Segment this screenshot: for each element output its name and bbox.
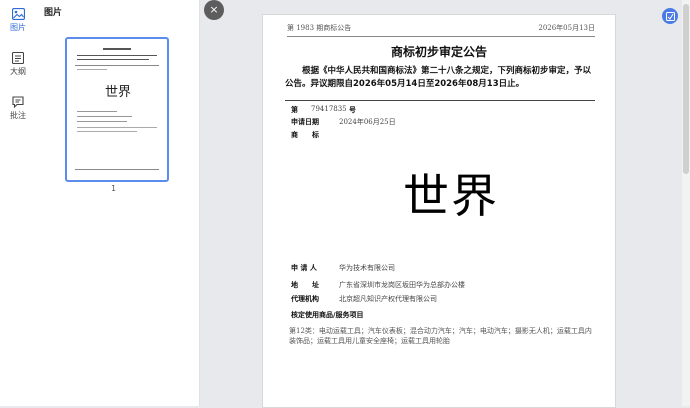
mark-label: 商 标 bbox=[291, 131, 319, 139]
page-title: 商标初步审定公告 bbox=[390, 45, 487, 59]
close-button[interactable]: × bbox=[204, 0, 224, 20]
announcement-intro: 根据《中华人民共和国商标法》第二十八条之规定，下列商标初步审定，予以公告。异议期… bbox=[285, 66, 592, 89]
close-icon: × bbox=[209, 3, 219, 16]
filing-date: 2024年06月25日 bbox=[339, 118, 396, 126]
divider bbox=[285, 100, 595, 101]
issue-date: 2026年05月13日 bbox=[538, 24, 595, 32]
sidebar-item-label: 大纲 bbox=[10, 67, 26, 76]
page-thumbnail[interactable]: 世界 bbox=[65, 37, 169, 182]
applicant-label: 申 请 人 bbox=[291, 264, 317, 272]
edit-icon bbox=[665, 11, 675, 21]
page-header: 第 1983 期商标公告 2026年05月13日 bbox=[287, 23, 595, 37]
sidebar-item-label: 图片 bbox=[10, 23, 26, 32]
page-number: 1 bbox=[111, 184, 117, 193]
thumb-mark: 世界 bbox=[105, 85, 132, 100]
reg-suffix: 号 bbox=[349, 106, 356, 114]
agent-label: 代理机构 bbox=[291, 295, 319, 303]
reg-number: 79417835 bbox=[311, 105, 347, 113]
panel-title: 图片 bbox=[44, 8, 63, 18]
outline-icon bbox=[12, 52, 24, 64]
image-icon bbox=[11, 8, 25, 20]
document-page: 第 1983 期商标公告 2026年05月13日 商标初步审定公告 根据《中华人… bbox=[262, 14, 616, 408]
applicant: 华为技术有限公司 bbox=[339, 264, 395, 272]
agent: 北京超凡知识产权代理有限公司 bbox=[339, 295, 437, 303]
issue-number: 第 1983 期商标公告 bbox=[287, 24, 352, 32]
reg-label: 第 bbox=[291, 106, 298, 114]
sidebar-item-label: 批注 bbox=[10, 111, 26, 120]
goods-label: 核定使用商品/服务项目 bbox=[291, 311, 364, 319]
trademark-image: 世界 bbox=[403, 169, 499, 223]
sidebar-item-outline[interactable]: 大纲 bbox=[0, 52, 36, 77]
left-rail: 图片 大纲 批注 bbox=[0, 0, 37, 406]
edit-button[interactable] bbox=[662, 8, 678, 24]
address-label: 地 址 bbox=[291, 281, 319, 289]
thumbnail-panel: 图片 世界 1 bbox=[36, 0, 200, 406]
vertical-scrollbar[interactable] bbox=[682, 0, 690, 406]
comment-icon bbox=[12, 96, 24, 108]
scrollbar-thumb[interactable] bbox=[683, 4, 689, 174]
filing-date-label: 申请日期 bbox=[291, 118, 319, 126]
address: 广东省深圳市龙岗区坂田华为总部办公楼 bbox=[339, 281, 465, 289]
goods-list: 第12类：电动运载工具；汽车仪表板；混合动力汽车；汽车；电动汽车；摄影无人机；运… bbox=[289, 327, 592, 345]
sidebar-item-images[interactable]: 图片 bbox=[0, 8, 36, 33]
sidebar-item-comments[interactable]: 批注 bbox=[0, 96, 36, 121]
